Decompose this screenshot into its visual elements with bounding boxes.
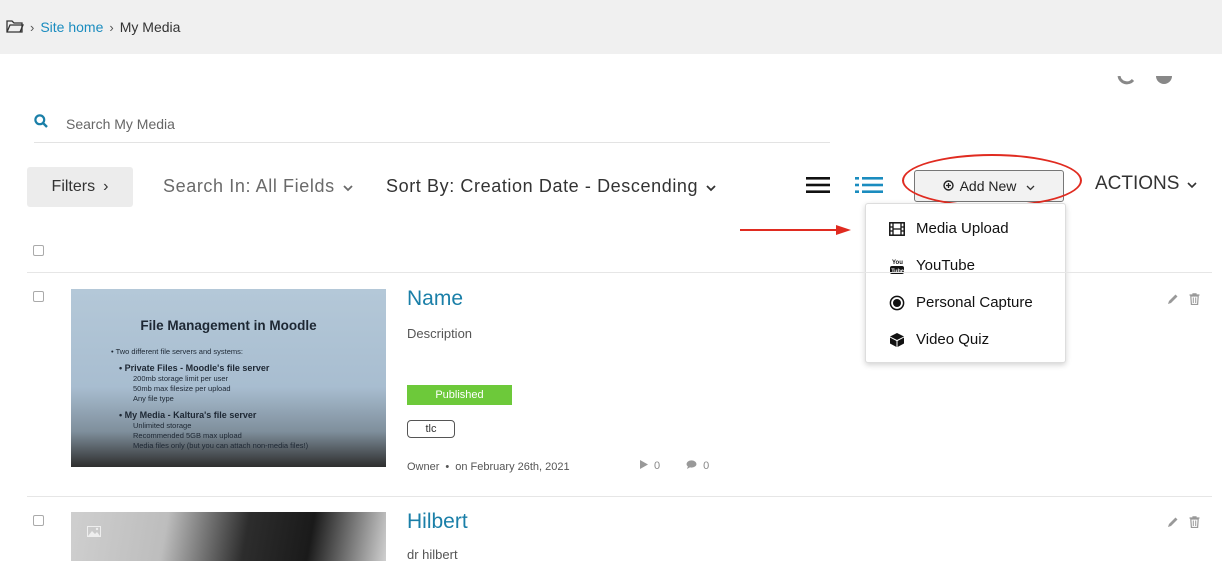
add-new-label: Add New xyxy=(959,178,1017,194)
entry-actions xyxy=(1167,515,1200,533)
search-input[interactable] xyxy=(66,115,666,132)
slide-line: • Two different file servers and systems… xyxy=(111,347,243,356)
chevron-right-icon: › xyxy=(103,178,109,195)
menu-item-youtube[interactable]: You Tube YouTube xyxy=(866,247,1065,284)
tag-badge[interactable]: tlc xyxy=(407,420,455,438)
entry-name-link[interactable]: Name xyxy=(407,287,463,311)
trash-icon[interactable] xyxy=(1189,515,1200,533)
row-divider xyxy=(27,496,1212,497)
comment-icon xyxy=(686,460,697,472)
slide-line: Media files only (but you can attach non… xyxy=(133,441,309,450)
detailed-view-icon[interactable] xyxy=(855,176,883,199)
menu-item-media-upload[interactable]: Media Upload xyxy=(866,210,1065,247)
entry-checkbox[interactable] xyxy=(33,291,44,302)
search-in-label: Search In: All Fields xyxy=(163,176,335,196)
edit-icon[interactable] xyxy=(1167,292,1179,310)
entry-name-link[interactable]: Hilbert xyxy=(407,510,468,534)
slide-line: • My Media - Kaltura's file server xyxy=(119,410,257,420)
film-icon xyxy=(888,220,906,238)
chevron-down-icon xyxy=(706,176,716,197)
play-count: 0 xyxy=(654,460,661,472)
plus-circle-icon xyxy=(942,178,954,194)
record-icon xyxy=(888,294,906,312)
image-icon xyxy=(87,524,101,542)
refresh-icon[interactable] xyxy=(1116,76,1136,88)
entry-checkbox[interactable] xyxy=(33,515,44,526)
breadcrumb-separator: › xyxy=(109,19,114,35)
slide-line: Any file type xyxy=(133,394,174,403)
chevron-down-icon xyxy=(343,176,353,197)
breadcrumb: › Site home › My Media xyxy=(0,0,1222,54)
entry-description: dr hilbert xyxy=(407,547,458,561)
thumbnail-slide-text: • Two different file servers and systems… xyxy=(111,347,308,451)
annotation-arrow xyxy=(740,222,852,240)
entry-actions xyxy=(1167,292,1200,310)
add-new-menu: Media Upload You Tube YouTube Personal Ca… xyxy=(865,203,1066,363)
sort-by-label: Sort By: Creation Date - Descending xyxy=(386,176,699,196)
slide-line: • Private Files - Moodle's file server xyxy=(119,363,270,373)
select-all-checkbox[interactable] xyxy=(33,245,44,256)
breadcrumb-site-home-link[interactable]: Site home xyxy=(40,19,103,35)
entry-description: Description xyxy=(407,326,473,341)
entry-date: on February 26th, 2021 xyxy=(455,461,570,473)
list-view-icon[interactable] xyxy=(806,176,830,199)
slide-line: 200mb storage limit per user xyxy=(133,374,229,383)
play-icon xyxy=(640,460,648,472)
edit-icon[interactable] xyxy=(1167,515,1179,533)
menu-item-personal-capture[interactable]: Personal Capture xyxy=(866,284,1065,321)
top-right-icons xyxy=(1116,76,1174,88)
breadcrumb-current: My Media xyxy=(119,19,181,35)
slide-line: Recommended 5GB max upload xyxy=(133,431,242,440)
bullet-separator: • xyxy=(445,461,450,473)
chevron-down-icon xyxy=(1187,173,1198,195)
breadcrumb-separator: › xyxy=(30,19,35,35)
menu-item-label: Personal Capture xyxy=(916,294,1033,311)
slide-line: 50mb max filesize per upload xyxy=(133,384,231,393)
menu-item-label: Media Upload xyxy=(916,220,1009,237)
trash-icon[interactable] xyxy=(1189,292,1200,310)
folder-icon xyxy=(6,19,24,36)
filters-button[interactable]: Filters › xyxy=(27,167,133,207)
search-bar xyxy=(34,105,830,143)
status-badge: Published xyxy=(407,385,512,405)
settings-icon[interactable] xyxy=(1154,76,1174,88)
entry-thumbnail[interactable] xyxy=(71,512,386,561)
menu-item-label: Video Quiz xyxy=(916,331,990,348)
menu-item-video-quiz[interactable]: Video Quiz xyxy=(866,321,1065,358)
cube-icon xyxy=(888,331,906,349)
actions-label: ACTIONS xyxy=(1095,173,1180,194)
search-icon[interactable] xyxy=(34,114,48,133)
comment-count: 0 xyxy=(703,460,710,472)
entry-meta: Owner • on February 26th, 2021 xyxy=(407,461,570,473)
thumbnail-slide-title: File Management in Moodle xyxy=(140,318,317,333)
sort-by-dropdown[interactable]: Sort By: Creation Date - Descending xyxy=(386,176,716,197)
chevron-down-icon xyxy=(1026,178,1035,194)
entry-stats: 0 0 xyxy=(640,460,709,472)
entry-owner: Owner xyxy=(407,461,440,473)
add-new-button[interactable]: Add New xyxy=(914,170,1064,202)
row-divider xyxy=(27,272,1212,273)
entry-thumbnail[interactable]: File Management in Moodle • Two differen… xyxy=(71,289,386,467)
slide-line: Unlimited storage xyxy=(133,421,192,430)
filters-label: Filters xyxy=(51,178,96,195)
actions-dropdown[interactable]: ACTIONS xyxy=(1095,173,1198,195)
search-in-dropdown[interactable]: Search In: All Fields xyxy=(163,176,353,197)
svg-text:You: You xyxy=(892,260,903,266)
